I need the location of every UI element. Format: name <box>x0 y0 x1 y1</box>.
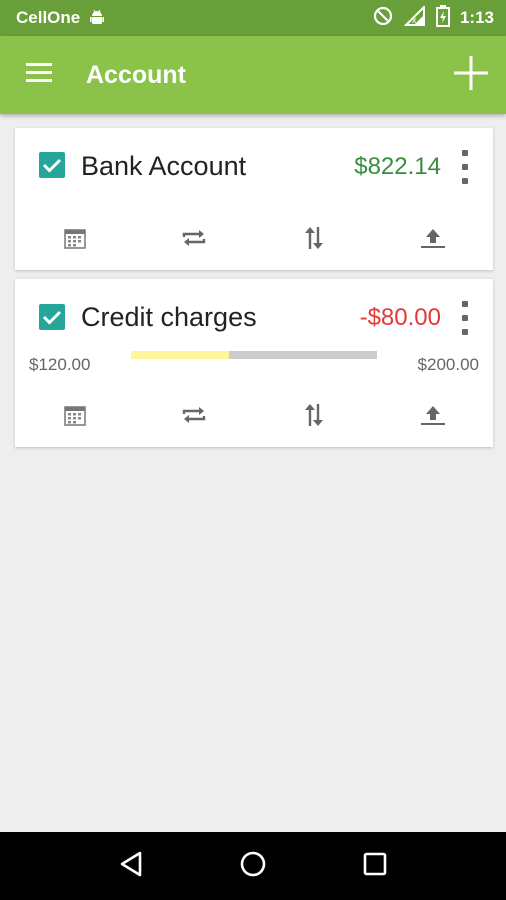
calendar-icon <box>63 403 87 432</box>
carrier-name: CellOne <box>16 8 81 27</box>
status-bar: CellOne x 1:13 <box>0 0 506 36</box>
upload-button[interactable] <box>374 397 494 437</box>
transfer-icon <box>304 402 324 433</box>
repeat-button[interactable] <box>135 220 255 260</box>
home-button[interactable] <box>223 836 283 896</box>
account-balance: -$80.00 <box>359 304 441 331</box>
back-button[interactable] <box>101 836 161 896</box>
signal-icon: x <box>403 4 426 31</box>
account-card[interactable]: Credit charges -$80.00 $120.00 $200.00 <box>15 279 493 447</box>
svg-text:x: x <box>412 15 417 25</box>
menu-icon <box>26 62 54 89</box>
repeat-icon <box>180 404 208 431</box>
clock: 1:13 <box>459 8 494 27</box>
transfer-icon <box>304 225 324 256</box>
transfer-button[interactable] <box>254 220 374 260</box>
no-sim-icon <box>372 5 394 32</box>
account-name: Bank Account <box>81 151 247 181</box>
recents-button[interactable] <box>345 836 405 896</box>
credit-limit-range: $120.00 $200.00 <box>15 344 493 384</box>
menu-button[interactable] <box>0 36 80 114</box>
add-icon <box>453 55 489 96</box>
repeat-button[interactable] <box>135 397 255 437</box>
calendar-button[interactable] <box>15 397 135 437</box>
card-actions <box>15 220 493 260</box>
transfer-button[interactable] <box>254 397 374 437</box>
account-balance: $822.14 <box>354 153 441 180</box>
account-checkbox[interactable] <box>39 304 65 330</box>
account-name: Credit charges <box>81 302 257 332</box>
battery-icon <box>435 4 450 32</box>
upload-button[interactable] <box>374 220 494 260</box>
system-nav-bar <box>0 832 506 900</box>
account-checkbox[interactable] <box>39 152 65 178</box>
calendar-icon <box>63 226 87 255</box>
credit-progress-fill <box>131 351 230 359</box>
app-bar: Account <box>0 36 506 114</box>
page-title: Account <box>86 60 186 89</box>
back-icon <box>118 850 144 883</box>
recents-icon <box>362 851 388 882</box>
upload-icon <box>420 227 446 254</box>
card-actions <box>15 397 493 437</box>
more-options-button[interactable] <box>453 150 477 184</box>
range-min-label: $120.00 <box>29 355 91 374</box>
android-icon <box>88 9 106 27</box>
more-options-button[interactable] <box>453 301 477 335</box>
calendar-button[interactable] <box>15 220 135 260</box>
account-card[interactable]: Bank Account $822.14 <box>15 128 493 270</box>
upload-icon <box>420 404 446 431</box>
repeat-icon <box>180 227 208 254</box>
home-icon <box>239 850 267 883</box>
add-account-button[interactable] <box>436 36 506 114</box>
credit-progress-bar <box>131 351 377 359</box>
range-max-label: $200.00 <box>417 355 479 374</box>
